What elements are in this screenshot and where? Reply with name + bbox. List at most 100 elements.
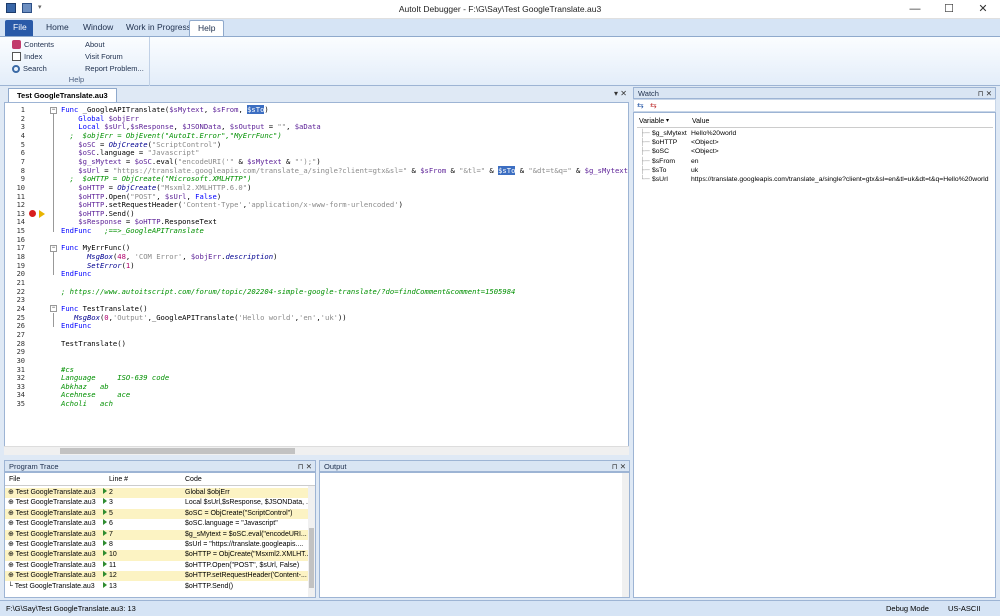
fold-toggle-icon[interactable]: −: [50, 106, 57, 114]
trace-row[interactable]: ⊕ Test GoogleTranslate.au3 10 $oHTTP = Obj…: [5, 550, 310, 561]
watch-variable-name: $g_sMytext: [652, 130, 687, 137]
fold-line: [53, 252, 54, 276]
trace-row[interactable]: ⊕ Test GoogleTranslate.au3 7 $g_sMytext = …: [5, 529, 310, 540]
column-line[interactable]: Line #: [109, 473, 128, 486]
trace-row[interactable]: ⊕ Test GoogleTranslate.au3 5 $oSC = ObjCre…: [5, 508, 310, 519]
current-line-arrow-icon: [39, 209, 45, 218]
trace-file: ⊕ Test GoogleTranslate.au3: [8, 530, 96, 538]
output-scrollbar[interactable]: [622, 473, 629, 597]
editor-horizontal-scrollbar[interactable]: [4, 446, 629, 455]
maximize-button[interactable]: ☐: [932, 0, 966, 19]
column-variable[interactable]: Variable: [639, 118, 664, 125]
remove-watch-icon[interactable]: ⇆: [650, 101, 657, 110]
minimize-button[interactable]: —: [898, 0, 932, 19]
trace-line-number: 11: [103, 560, 116, 571]
code-line[interactable]: ; https://www.autoitscript.com/forum/top…: [61, 287, 515, 297]
fold-toggle-icon[interactable]: −: [50, 305, 57, 313]
output-panel[interactable]: [319, 472, 630, 598]
watch-variable-name: $oSC: [652, 148, 670, 156]
close-button[interactable]: ✕: [966, 0, 1000, 19]
code-line[interactable]: MsgBox(0,'Output',_GoogleAPITranslate('H…: [61, 313, 347, 323]
trace-row[interactable]: ⊕ Test GoogleTranslate.au3 3 Local $sUrl,$…: [5, 498, 310, 508]
step-arrow-icon: [103, 498, 107, 505]
search-icon: [12, 64, 20, 73]
ribbon-group-label: Help: [68, 75, 85, 84]
tab-home[interactable]: Home: [38, 20, 77, 36]
line-number: 24: [16, 304, 25, 313]
about-button[interactable]: About: [85, 39, 105, 50]
column-value[interactable]: Value: [692, 118, 709, 125]
line-number: 18: [16, 253, 25, 262]
trace-file: ⊕ Test GoogleTranslate.au3: [8, 561, 96, 569]
tab-file[interactable]: File: [5, 20, 33, 36]
line-number: 9: [20, 175, 25, 184]
trace-row[interactable]: ⊕ Test GoogleTranslate.au3 12 $oHTTP.setRe…: [5, 571, 310, 582]
tab-help[interactable]: Help: [189, 20, 225, 36]
watch-header: Watch ⊓ ✕: [633, 87, 996, 99]
trace-row[interactable]: ⊕ Test GoogleTranslate.au3 8 $sUrl = "http…: [5, 540, 310, 550]
index-button[interactable]: Index: [12, 51, 42, 62]
report-problem-button[interactable]: Report Problem...: [85, 63, 144, 74]
tab-work-in-progress[interactable]: Work in Progress: [118, 20, 199, 36]
scroll-thumb[interactable]: [309, 528, 314, 588]
visit-forum-button[interactable]: Visit Forum: [85, 51, 123, 62]
code-editor[interactable]: 1 2 3 4 5 6 7 8 9 10 11 12 13 14 15 16 17 18 19 20 21 22 23 24 2…: [4, 102, 629, 455]
line-number: 19: [16, 261, 25, 270]
trace-line-number: 5: [103, 508, 113, 519]
line-number: 17: [16, 244, 25, 253]
editor-gutter[interactable]: 1 2 3 4 5 6 7 8 9 10 11 12 13 14 15 16 17 18 19 20 21 22 23 24 2…: [5, 103, 53, 454]
fold-toggle-icon[interactable]: −: [50, 244, 57, 252]
add-watch-icon[interactable]: ⇆: [637, 101, 644, 110]
trace-row[interactable]: ⊕ Test GoogleTranslate.au3 2 Global $objEr…: [5, 488, 310, 499]
trace-line-number: 6: [103, 519, 113, 529]
tab-test-googletranslate[interactable]: Test GoogleTranslate.au3: [8, 88, 117, 102]
code-line[interactable]: EndFunc: [61, 270, 91, 279]
watch-variable-value: <Object>: [691, 139, 719, 147]
trace-code: $oSC = ObjCreate("ScriptControl"): [185, 509, 293, 517]
line-number: 5: [20, 140, 25, 149]
trace-row[interactable]: ⊕ Test GoogleTranslate.au3 6 $oSC.language…: [5, 519, 310, 529]
line-number: 16: [16, 235, 25, 244]
line-number: 25: [16, 313, 25, 322]
step-arrow-icon: [103, 529, 107, 536]
trace-code: Global $objErr: [185, 489, 230, 496]
program-trace-panel: File Line # Code ⊕ Test GoogleTranslate.…: [4, 472, 316, 598]
watch-variable-value: Hello%20world: [691, 130, 737, 137]
code-line[interactable]: TestTranslate(): [61, 339, 126, 349]
column-file[interactable]: File: [9, 473, 20, 486]
editor-tab-bar: Test GoogleTranslate.au3 ▾ ✕: [4, 87, 629, 102]
tree-connector: ├─: [640, 166, 650, 174]
trace-row[interactable]: └ Test GoogleTranslate.au3 13 $oHTTP.Send(…: [5, 581, 310, 592]
code-line[interactable]: EndFunc: [61, 321, 91, 331]
scroll-thumb[interactable]: [60, 448, 295, 454]
breakpoint-icon[interactable]: [29, 210, 36, 218]
tab-list-and-close-icon[interactable]: ▾ ✕: [614, 89, 627, 98]
line-number: 21: [16, 279, 25, 287]
step-arrow-icon: [103, 540, 107, 546]
watch-variable-name: $sTo: [652, 166, 667, 174]
line-number: 12: [16, 201, 25, 210]
watch-variable-value: en: [691, 157, 699, 165]
line-number: 14: [16, 218, 25, 227]
trace-scrollbar[interactable]: [308, 486, 315, 597]
output-header: Output ⊓ ✕: [319, 460, 630, 472]
status-path: F:\G\Say\Test GoogleTranslate.au3: 13: [6, 604, 136, 613]
tree-connector: ├─: [640, 130, 650, 137]
trace-line-number: 13: [103, 581, 117, 592]
tree-connector: ├─: [640, 157, 650, 165]
search-button[interactable]: Search: [12, 63, 47, 74]
line-number: 3: [20, 123, 25, 132]
trace-line-number: 2: [103, 488, 113, 498]
trace-row[interactable]: ⊕ Test GoogleTranslate.au3 11 $oHTTP.Open(…: [5, 560, 310, 571]
tab-window[interactable]: Window: [75, 20, 121, 36]
code-line[interactable]: EndFunc ;==>_GoogleAPITranslate: [61, 226, 204, 236]
line-number: 35: [16, 400, 25, 409]
ribbon-tabs: File Home Window Work in Progress Help: [0, 19, 1000, 36]
contents-label: Contents: [24, 40, 55, 49]
code-line[interactable]: Acholi ach: [61, 399, 113, 409]
trace-code: $sUrl = "https://translate.googleapis...…: [185, 541, 304, 548]
column-code[interactable]: Code: [185, 473, 202, 486]
line-number: 10: [16, 183, 25, 192]
index-icon: [12, 52, 21, 61]
contents-button[interactable]: Contents: [12, 39, 54, 50]
